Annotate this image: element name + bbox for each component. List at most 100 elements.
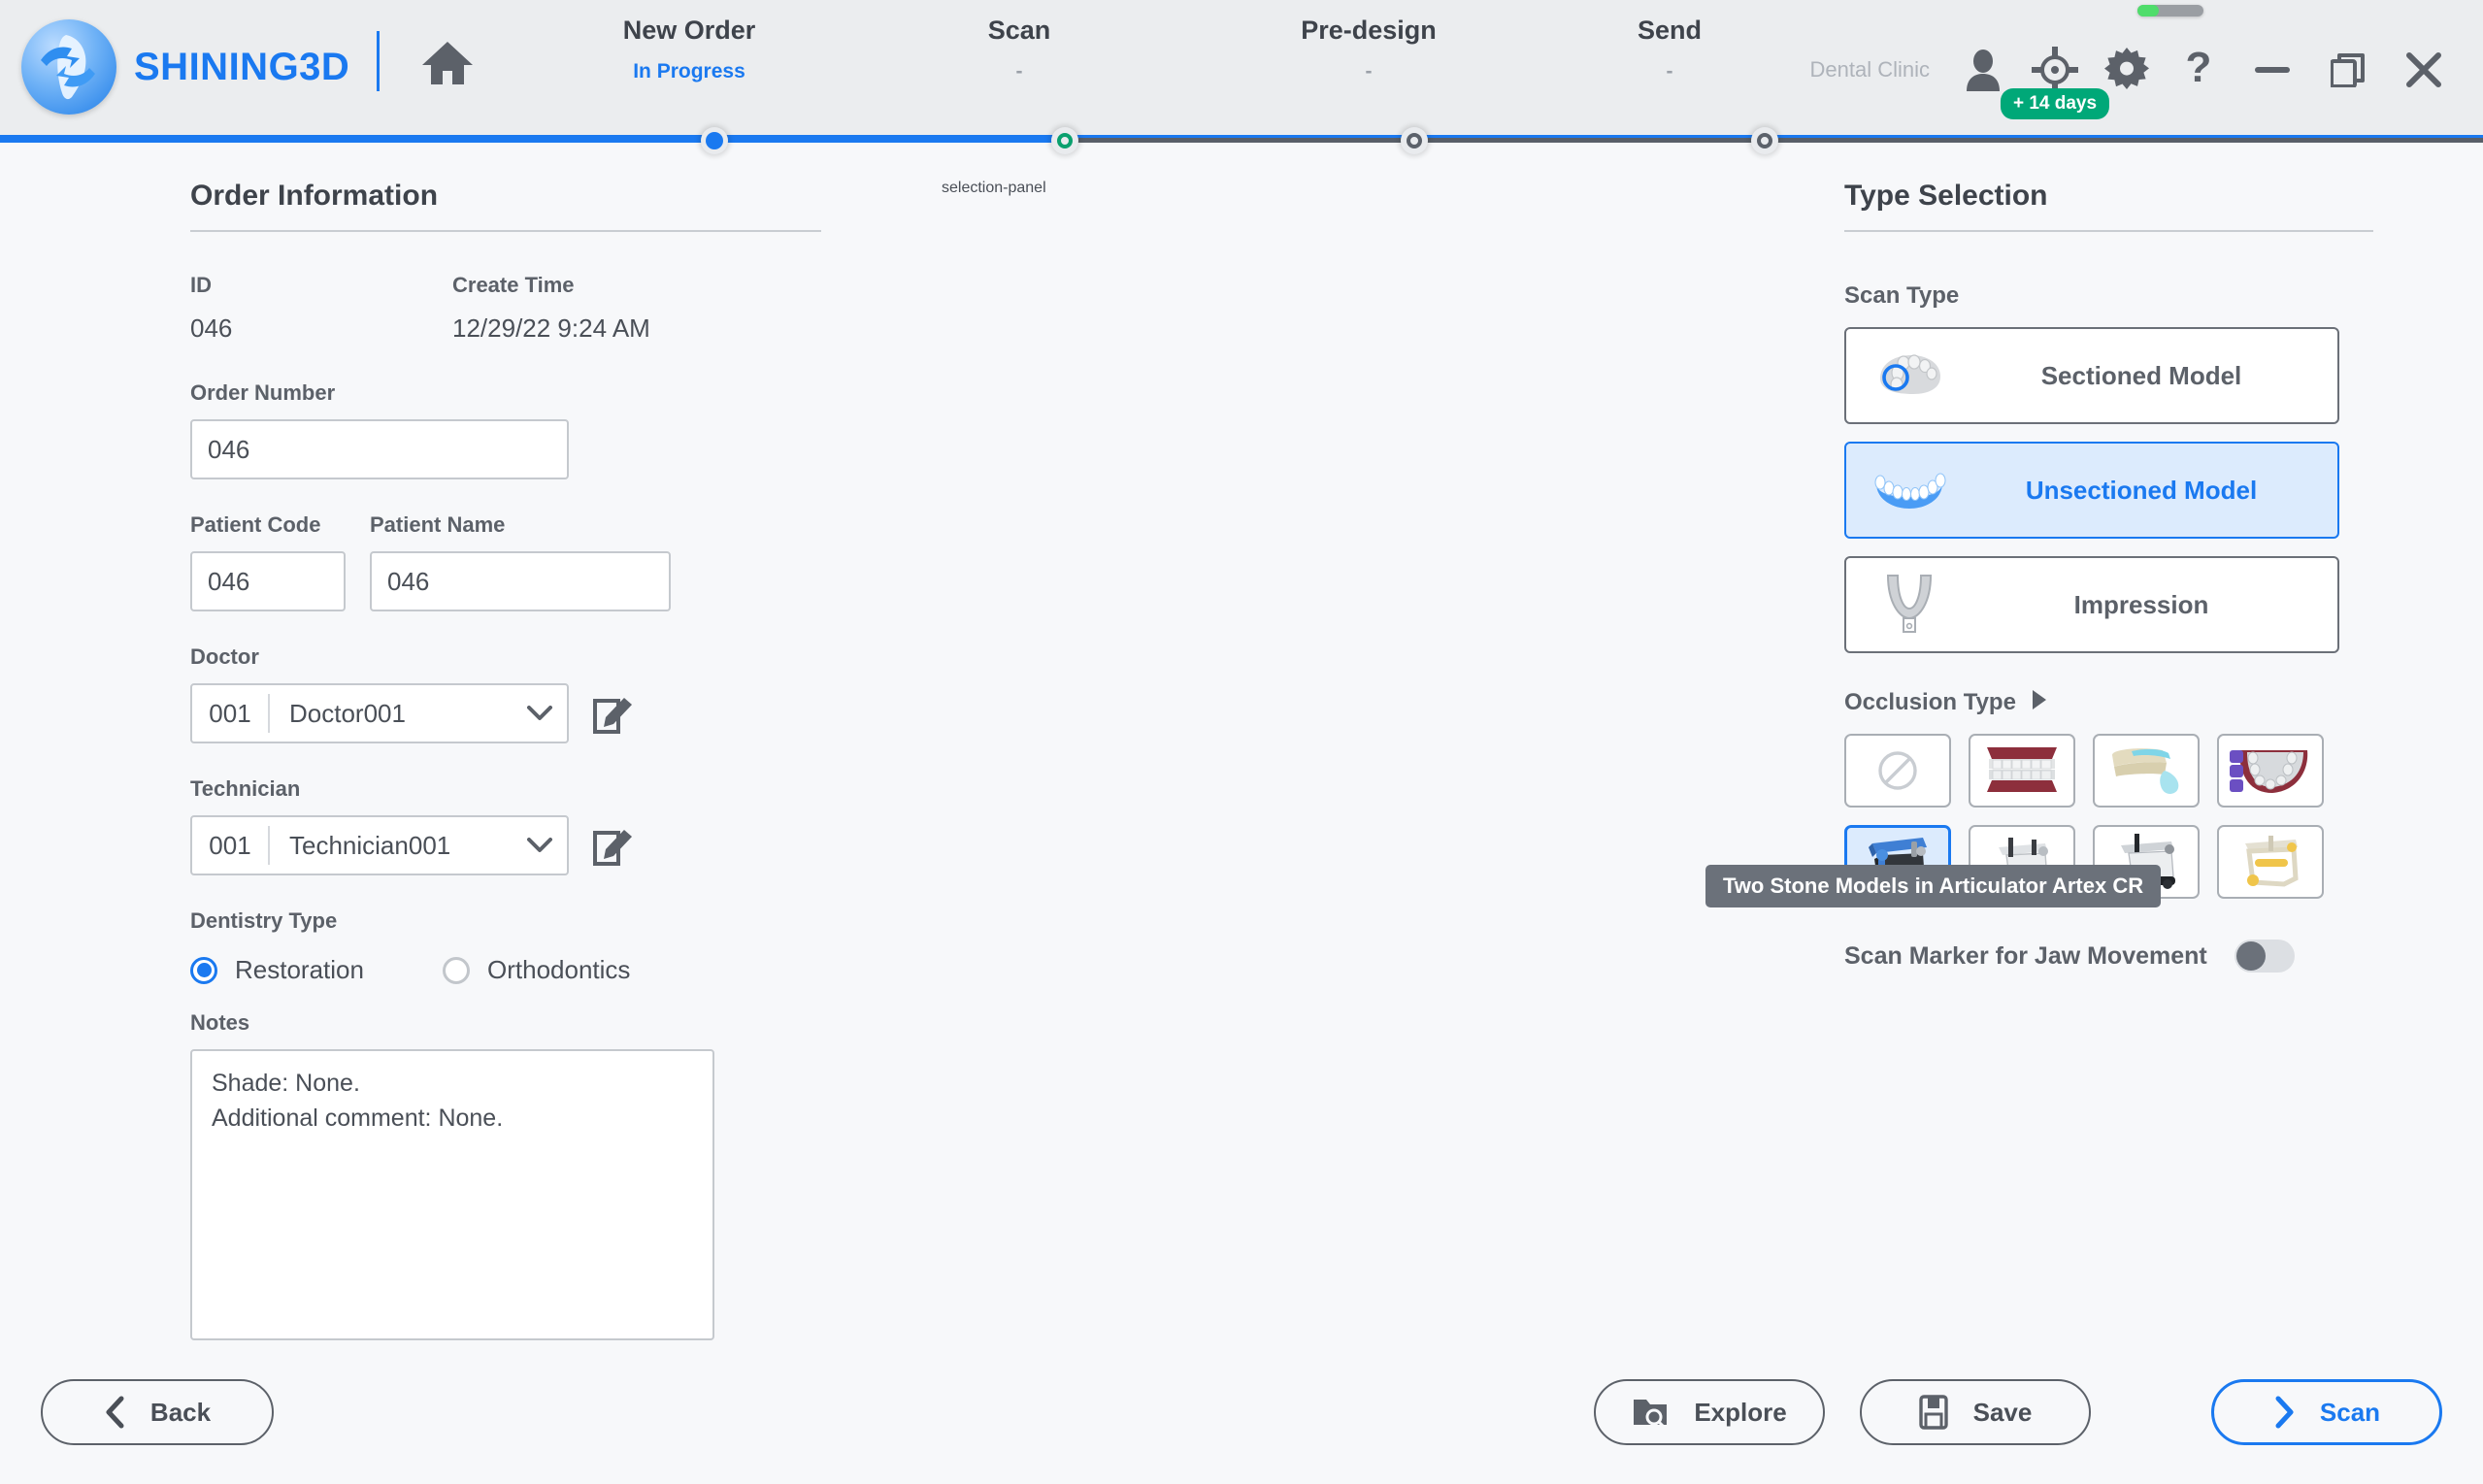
occlusion-none[interactable] <box>1844 734 1951 808</box>
clinic-label: Dental Clinic <box>1809 56 1931 82</box>
close-icon[interactable] <box>2400 46 2448 94</box>
scan-button[interactable]: Scan <box>2211 1379 2442 1445</box>
step-new-order[interactable]: New Order In Progress <box>544 16 835 83</box>
help-icon[interactable]: ? <box>2172 44 2225 96</box>
step-pre-design[interactable]: Pre-design - <box>1223 16 1514 83</box>
scan-type-label-text: Unsectioned Model <box>2025 475 2258 505</box>
brand-logo: SHINING3D <box>21 19 349 115</box>
dentistry-type-label: Dentistry Type <box>190 908 338 933</box>
scan-type-label: Scan Type <box>1844 282 1960 309</box>
unsectioned-model-icon <box>1846 442 1972 539</box>
occlusion-type-header[interactable]: Occlusion Type <box>1844 688 2373 716</box>
radio-label: Restoration <box>235 955 364 984</box>
chevron-down-icon <box>513 706 567 721</box>
step-status: In Progress <box>633 60 745 82</box>
radio-indicator <box>443 956 470 984</box>
gear-icon[interactable] <box>2101 44 2153 96</box>
scan-type-sectioned-model[interactable]: Sectioned Model <box>1844 327 2339 424</box>
section-divider <box>190 230 821 232</box>
id-label: ID <box>190 273 212 297</box>
no-occlusion-icon <box>1878 751 1917 790</box>
footer-action-bar: Back Explore Save Scan <box>0 1358 2483 1484</box>
step-status: - <box>1365 60 1373 82</box>
user-icon[interactable] <box>1957 44 2009 96</box>
step-title: Pre-design <box>1301 16 1437 45</box>
triple-tray-icon <box>2230 750 2308 793</box>
step-scan[interactable]: Scan - <box>874 16 1165 83</box>
technician-name: Technician001 <box>289 830 451 860</box>
technician-code: 001 <box>209 830 251 860</box>
explore-button[interactable]: Explore <box>1594 1379 1825 1445</box>
step-status: - <box>1666 60 1673 82</box>
order-information-panel: Order Information ID 046 Create Time 12/… <box>190 180 821 1340</box>
save-label: Save <box>1972 1397 2033 1427</box>
scan-marker-row: Scan Marker for Jaw Movement <box>1844 940 2373 973</box>
restore-icon[interactable] <box>2324 46 2372 94</box>
save-button[interactable]: Save <box>1860 1379 2091 1445</box>
occlusion-tooltip: Two Stone Models in Articulator Artex CR <box>1705 865 2162 907</box>
chevron-down-icon <box>513 838 567 853</box>
occlusion-type-label: Occlusion Type <box>1844 688 2016 715</box>
back-button[interactable]: Back <box>41 1379 274 1445</box>
radio-restoration[interactable]: Restoration <box>190 955 443 985</box>
scan-marker-toggle[interactable] <box>2234 940 2295 973</box>
patient-code-label: Patient Code <box>190 512 321 537</box>
id-value: 046 <box>190 313 233 343</box>
chevron-right-icon <box>2030 688 2049 716</box>
step-node-send[interactable] <box>1751 127 1778 154</box>
step-title: New Order <box>622 16 756 45</box>
patient-code-input[interactable]: 046 <box>190 551 346 611</box>
step-node-pre-design[interactable] <box>1401 127 1428 154</box>
type-selection-panel: Type Selection Scan Type Sectioned Model <box>1705 180 2373 973</box>
step-node-scan[interactable] <box>1051 127 1078 154</box>
occlusion-triple-tray[interactable] <box>2217 734 2324 808</box>
create-time-label: Create Time <box>452 273 575 297</box>
step-title: Send <box>1637 16 1702 45</box>
brand-name: SHINING3D <box>134 45 350 88</box>
radio-orthodontics[interactable]: Orthodontics <box>443 955 630 985</box>
folder-search-icon <box>1634 1400 1668 1429</box>
notes-label: Notes <box>190 1010 250 1035</box>
scan-label: Scan <box>2319 1397 2381 1427</box>
radio-label: Orthodontics <box>487 955 631 984</box>
svg-text:?: ? <box>2186 47 2212 91</box>
patient-name-label: Patient Name <box>370 512 506 537</box>
scan-type-impression[interactable]: Impression <box>1844 556 2339 653</box>
target-icon[interactable]: + 14 days <box>2000 44 2110 119</box>
scan-marker-label: Scan Marker for Jaw Movement <box>1844 941 2207 970</box>
step-title: Scan <box>987 16 1051 45</box>
occlusion-two-stone-models[interactable] <box>1969 734 2075 808</box>
radio-indicator <box>190 956 217 984</box>
minimize-icon[interactable] <box>2248 46 2297 94</box>
occlusion-articulator-gold[interactable] <box>2217 825 2324 899</box>
occlusion-bite-registration[interactable] <box>2093 734 2200 808</box>
scan-type-unsectioned-model[interactable]: Unsectioned Model <box>1844 442 2339 539</box>
scan-type-label-text: Sectioned Model <box>2040 360 2242 390</box>
scan-type-label-text: Impression <box>2073 589 2209 619</box>
page-title-order-information: Order Information <box>190 180 439 212</box>
notes-textarea[interactable]: Shade: None. Additional comment: None. <box>190 1049 714 1340</box>
header-actions: Dental Clinic + 14 days ? <box>1810 0 2463 139</box>
patient-name-input[interactable]: 046 <box>370 551 671 611</box>
step-status: - <box>1015 60 1023 82</box>
order-number-input[interactable]: 046 <box>190 419 569 479</box>
chevron-right-icon <box>2275 1396 2294 1429</box>
back-label: Back <box>149 1397 212 1427</box>
doctor-name: Doctor001 <box>289 698 406 728</box>
technician-select[interactable]: 001 Technician001 <box>190 815 569 875</box>
shining3d-logo-icon <box>21 19 116 115</box>
header-divider <box>377 31 380 91</box>
doctor-label: Doctor <box>190 644 259 669</box>
step-node-new-order[interactable] <box>701 127 728 154</box>
edit-doctor-icon[interactable] <box>590 690 637 737</box>
save-icon <box>1918 1395 1948 1430</box>
doctor-select[interactable]: 001 Doctor001 <box>190 683 569 743</box>
create-time-value: 12/29/22 9:24 AM <box>452 313 650 343</box>
tooth-selection-panel: selection-panel <box>942 180 1046 196</box>
chevron-left-icon <box>106 1396 124 1429</box>
articulator-gold-icon <box>2245 836 2299 887</box>
app-header: SHINING3D New Order In Progress Scan - P… <box>0 0 2483 139</box>
home-icon[interactable] <box>417 33 478 93</box>
edit-technician-icon[interactable] <box>590 822 637 869</box>
step-send[interactable]: Send - <box>1524 16 1815 83</box>
